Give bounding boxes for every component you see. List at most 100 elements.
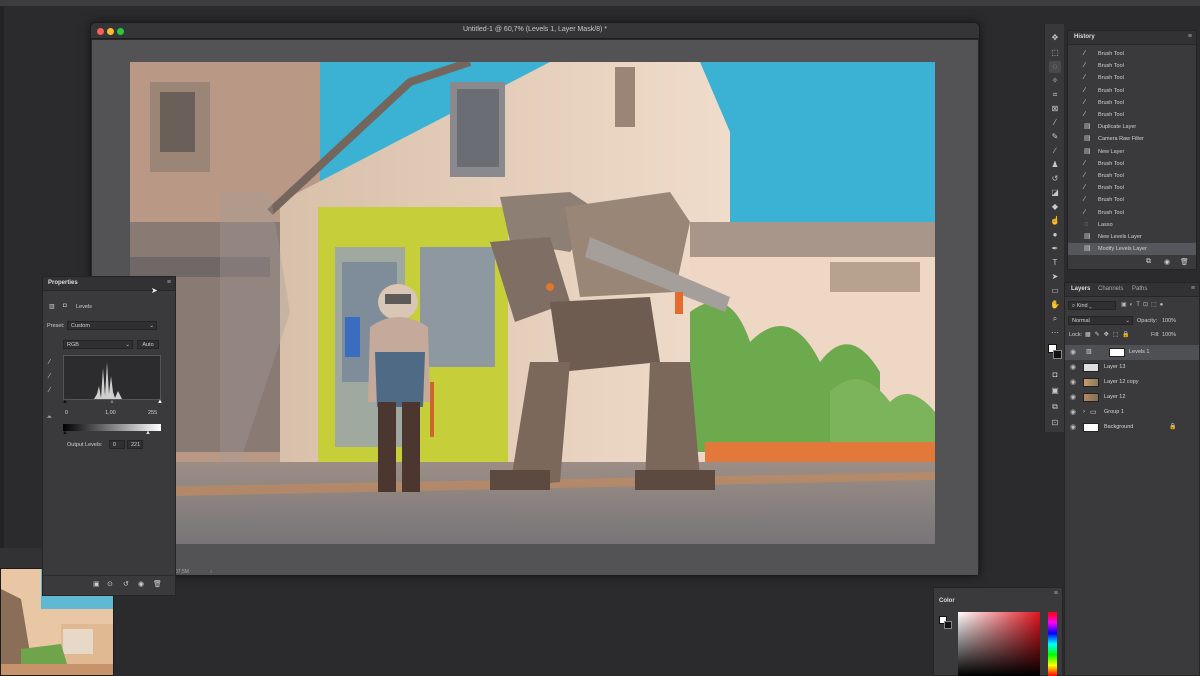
tab-properties[interactable]: Properties: [48, 280, 78, 286]
layer-mask-thumbnail[interactable]: [1109, 348, 1125, 357]
history-item[interactable]: ∕ Brush Tool: [1068, 60, 1196, 72]
visibility-eye-icon[interactable]: ◉: [1070, 345, 1076, 360]
input-gamma-value[interactable]: 1,00: [105, 410, 116, 416]
layer-filter-kind[interactable]: ⌕ Kind ⌄: [1068, 301, 1116, 310]
history-item[interactable]: ▤ New Layer: [1068, 146, 1196, 158]
history-item[interactable]: ∕ Brush Tool: [1068, 207, 1196, 219]
blend-mode-select[interactable]: Normal ⌄: [1068, 316, 1133, 325]
history-item[interactable]: ∕ Brush Tool: [1068, 97, 1196, 109]
quick-mask-icon[interactable]: ◘: [1049, 369, 1061, 381]
lock-icons[interactable]: ▦✎✥⬚🔒: [1085, 331, 1134, 338]
pen-tool-icon[interactable]: ✒: [1049, 243, 1061, 255]
history-item[interactable]: ∕ Brush Tool: [1068, 109, 1196, 121]
history-item[interactable]: ∕ Brush Tool: [1068, 48, 1196, 60]
document-titlebar[interactable]: Untitled-1 @ 60,7% (Levels 1, Layer Mask…: [91, 23, 979, 39]
path-selection-tool-icon[interactable]: ➤: [1049, 271, 1061, 283]
preset-select[interactable]: Custom ⌄: [67, 321, 157, 330]
brush-tool-icon[interactable]: ∕: [1049, 145, 1061, 157]
input-white-value[interactable]: 255: [148, 410, 157, 416]
visibility-eye-icon[interactable]: ◉: [1070, 375, 1076, 390]
output-black-slider[interactable]: ▲: [62, 430, 68, 436]
frame-tool-icon[interactable]: ⊠: [1049, 103, 1061, 115]
white-point-eyedropper-icon[interactable]: ⁄: [49, 387, 50, 394]
screen-mode-icon[interactable]: ▣: [1049, 385, 1061, 397]
visibility-eye-icon[interactable]: ◉: [1070, 405, 1076, 420]
layer-row-group-1[interactable]: ◉ › ▭ Group 1: [1065, 405, 1199, 420]
hue-slider[interactable]: [1048, 612, 1057, 676]
panel-menu-icon[interactable]: ≡: [167, 279, 171, 286]
channel-select[interactable]: RGB ⌄: [63, 340, 133, 349]
background-color-swatch[interactable]: [944, 621, 952, 629]
extra-tool-icon[interactable]: ⊡: [1049, 417, 1061, 429]
history-item[interactable]: ∕ Brush Tool: [1068, 182, 1196, 194]
output-white-slider[interactable]: ▲: [145, 430, 151, 436]
panel-menu-icon[interactable]: ≡: [1188, 33, 1192, 40]
layer-filter-icons[interactable]: ▣◐T⊡⬚●: [1121, 301, 1166, 308]
history-item[interactable]: ∕ Brush Tool: [1068, 170, 1196, 182]
visibility-eye-icon[interactable]: ◉: [1070, 420, 1076, 435]
tab-color[interactable]: Color: [939, 598, 955, 604]
output-white-field[interactable]: 221: [127, 440, 143, 449]
eraser-tool-icon[interactable]: ◪: [1049, 187, 1061, 199]
black-point-eyedropper-icon[interactable]: ⁄: [49, 359, 50, 366]
input-black-value[interactable]: 0: [65, 410, 68, 416]
chevron-right-icon[interactable]: ›: [1083, 405, 1085, 420]
zoom-tool-icon[interactable]: ⌕: [1049, 313, 1061, 325]
tab-channels[interactable]: Channels: [1098, 286, 1123, 292]
input-gamma-slider[interactable]: ▲: [109, 399, 115, 405]
color-picker-field[interactable]: [958, 612, 1040, 676]
status-menu-arrow[interactable]: ›: [210, 569, 212, 575]
new-document-from-state-icon[interactable]: ⧉: [1146, 258, 1151, 266]
output-black-field[interactable]: 0: [109, 440, 125, 449]
panel-menu-icon[interactable]: ≡: [1054, 590, 1058, 597]
opacity-value[interactable]: 100%: [1162, 318, 1176, 324]
delete-trash-icon[interactable]: 🗑: [153, 580, 162, 588]
history-item[interactable]: ▤ New Levels Layer: [1068, 231, 1196, 243]
canvas-area[interactable]: [92, 40, 978, 575]
history-item[interactable]: ▤ Duplicate Layer: [1068, 121, 1196, 133]
layer-row-layer-12[interactable]: ◉ Layer 12: [1065, 390, 1199, 405]
smudge-tool-icon[interactable]: ☝: [1049, 215, 1061, 227]
visibility-eye-icon[interactable]: ◉: [1070, 390, 1076, 405]
mask-icon[interactable]: ◘: [63, 303, 67, 309]
layer-row-layer-12-copy[interactable]: ◉ Layer 12 copy: [1065, 375, 1199, 390]
tab-paths[interactable]: Paths: [1132, 286, 1147, 292]
panel-menu-icon[interactable]: ≡: [1191, 285, 1195, 292]
history-brush-tool-icon[interactable]: ↺: [1049, 173, 1061, 185]
history-item[interactable]: ▤ Modify Levels Layer: [1068, 243, 1196, 256]
layer-row-levels-1[interactable]: ◉ ▥ Levels 1: [1065, 345, 1199, 360]
history-item[interactable]: ∕ Brush Tool: [1068, 158, 1196, 170]
clip-to-layer-icon[interactable]: ▣: [93, 580, 100, 588]
snapshot-camera-icon[interactable]: ◉: [1164, 258, 1170, 266]
history-item[interactable]: ▤ Camera Raw Filter: [1068, 133, 1196, 145]
input-black-slider[interactable]: ▲: [62, 399, 68, 405]
tab-layers[interactable]: Layers: [1071, 286, 1090, 292]
visibility-eye-icon[interactable]: ◉: [1070, 360, 1076, 375]
healing-brush-tool-icon[interactable]: ✎: [1049, 131, 1061, 143]
history-item[interactable]: ◌ Lasso: [1068, 219, 1196, 231]
visibility-eye-icon[interactable]: ◉: [138, 580, 144, 588]
move-tool-icon[interactable]: ✥: [1049, 32, 1061, 44]
history-item[interactable]: ∕ Brush Tool: [1068, 85, 1196, 97]
hand-tool-icon[interactable]: ✋: [1049, 299, 1061, 311]
reset-icon[interactable]: ↺: [123, 580, 129, 588]
magic-wand-tool-icon[interactable]: ✧: [1049, 75, 1061, 87]
painting-canvas[interactable]: [130, 62, 935, 544]
layer-row-layer-13[interactable]: ◉ Layer 13: [1065, 360, 1199, 375]
stamp-tool-icon[interactable]: ♟: [1049, 159, 1061, 171]
delete-state-trash-icon[interactable]: 🗑: [1180, 258, 1189, 266]
history-item[interactable]: ∕ Brush Tool: [1068, 194, 1196, 206]
artboard-icon[interactable]: ⧉: [1049, 401, 1061, 413]
lasso-tool-icon[interactable]: ◌: [1049, 61, 1061, 73]
layer-row-background[interactable]: ◉ Background 🔒: [1065, 420, 1199, 435]
eyedropper-tool-icon[interactable]: ⁄: [1049, 117, 1061, 129]
dodge-tool-icon[interactable]: ●: [1049, 229, 1061, 241]
rectangle-tool-icon[interactable]: ▭: [1049, 285, 1061, 297]
more-tools-icon[interactable]: ⋯: [1049, 327, 1061, 339]
history-item[interactable]: ∕ Brush Tool: [1068, 72, 1196, 84]
fill-value[interactable]: 100%: [1162, 332, 1176, 338]
view-previous-state-icon[interactable]: ⊙: [107, 580, 113, 588]
clipping-icon[interactable]: ⩕: [47, 414, 52, 421]
auto-button[interactable]: Auto: [137, 340, 159, 349]
tab-history[interactable]: History: [1074, 34, 1095, 40]
